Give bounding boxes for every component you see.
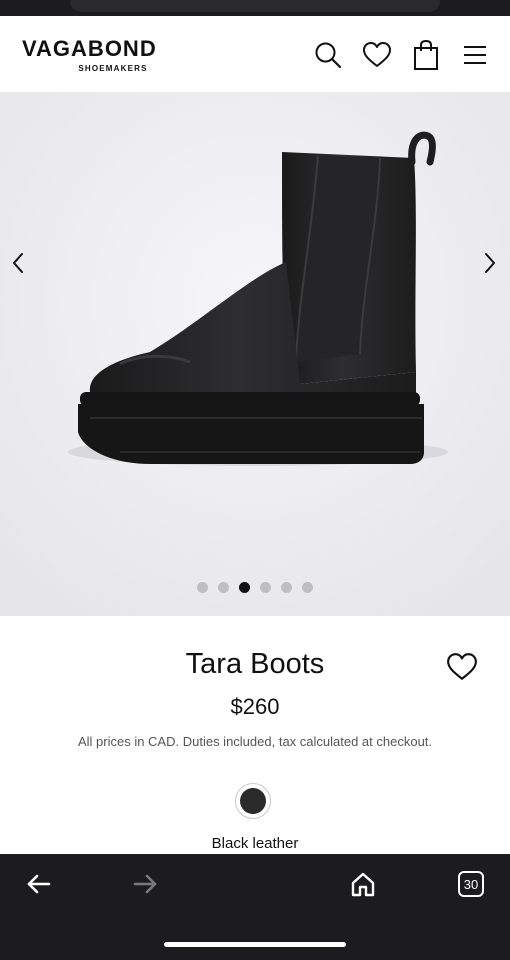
forward-arrow-icon[interactable] — [128, 868, 164, 900]
product-image-gallery[interactable] — [0, 92, 510, 616]
color-swatch-fill — [240, 788, 266, 814]
gallery-dot[interactable] — [197, 582, 208, 593]
address-bar-remnant — [70, 0, 440, 12]
back-arrow-icon[interactable] — [20, 868, 56, 900]
chevron-left-icon[interactable] — [4, 248, 32, 278]
brand-logo[interactable]: VAGABOND SHOEMAKERS — [22, 36, 157, 74]
gallery-dot[interactable] — [218, 582, 229, 593]
price-note: All prices in CAD. Duties included, tax … — [77, 734, 433, 749]
gallery-dot[interactable] — [302, 582, 313, 593]
gallery-dot-active[interactable] — [239, 582, 250, 593]
heart-icon[interactable] — [360, 38, 394, 72]
home-indicator — [164, 942, 346, 947]
product-price: $260 — [230, 694, 280, 719]
product-info: Tara Boots $260 All prices in CAD. Dutie… — [0, 616, 510, 854]
wishlist-heart-icon[interactable] — [446, 652, 478, 682]
home-icon[interactable] — [345, 868, 381, 900]
menu-icon[interactable] — [458, 38, 492, 72]
product-title: Tara Boots — [185, 648, 325, 680]
status-strip — [0, 0, 510, 16]
site-header: VAGABOND SHOEMAKERS — [0, 16, 510, 92]
brand-name: VAGABOND — [22, 36, 157, 61]
color-name: Black leather — [211, 835, 299, 852]
gallery-dot[interactable] — [260, 582, 271, 593]
gallery-dot[interactable] — [281, 582, 292, 593]
tabs-icon[interactable]: 30 — [458, 871, 484, 897]
color-swatch[interactable] — [235, 783, 271, 819]
product-image — [0, 92, 510, 616]
shopping-bag-icon[interactable] — [409, 38, 443, 72]
browser-toolbar: 30 — [0, 854, 510, 960]
brand-tagline: SHOEMAKERS — [78, 64, 148, 73]
search-icon[interactable] — [311, 38, 345, 72]
chevron-right-icon[interactable] — [476, 248, 504, 278]
gallery-pagination — [0, 582, 510, 593]
